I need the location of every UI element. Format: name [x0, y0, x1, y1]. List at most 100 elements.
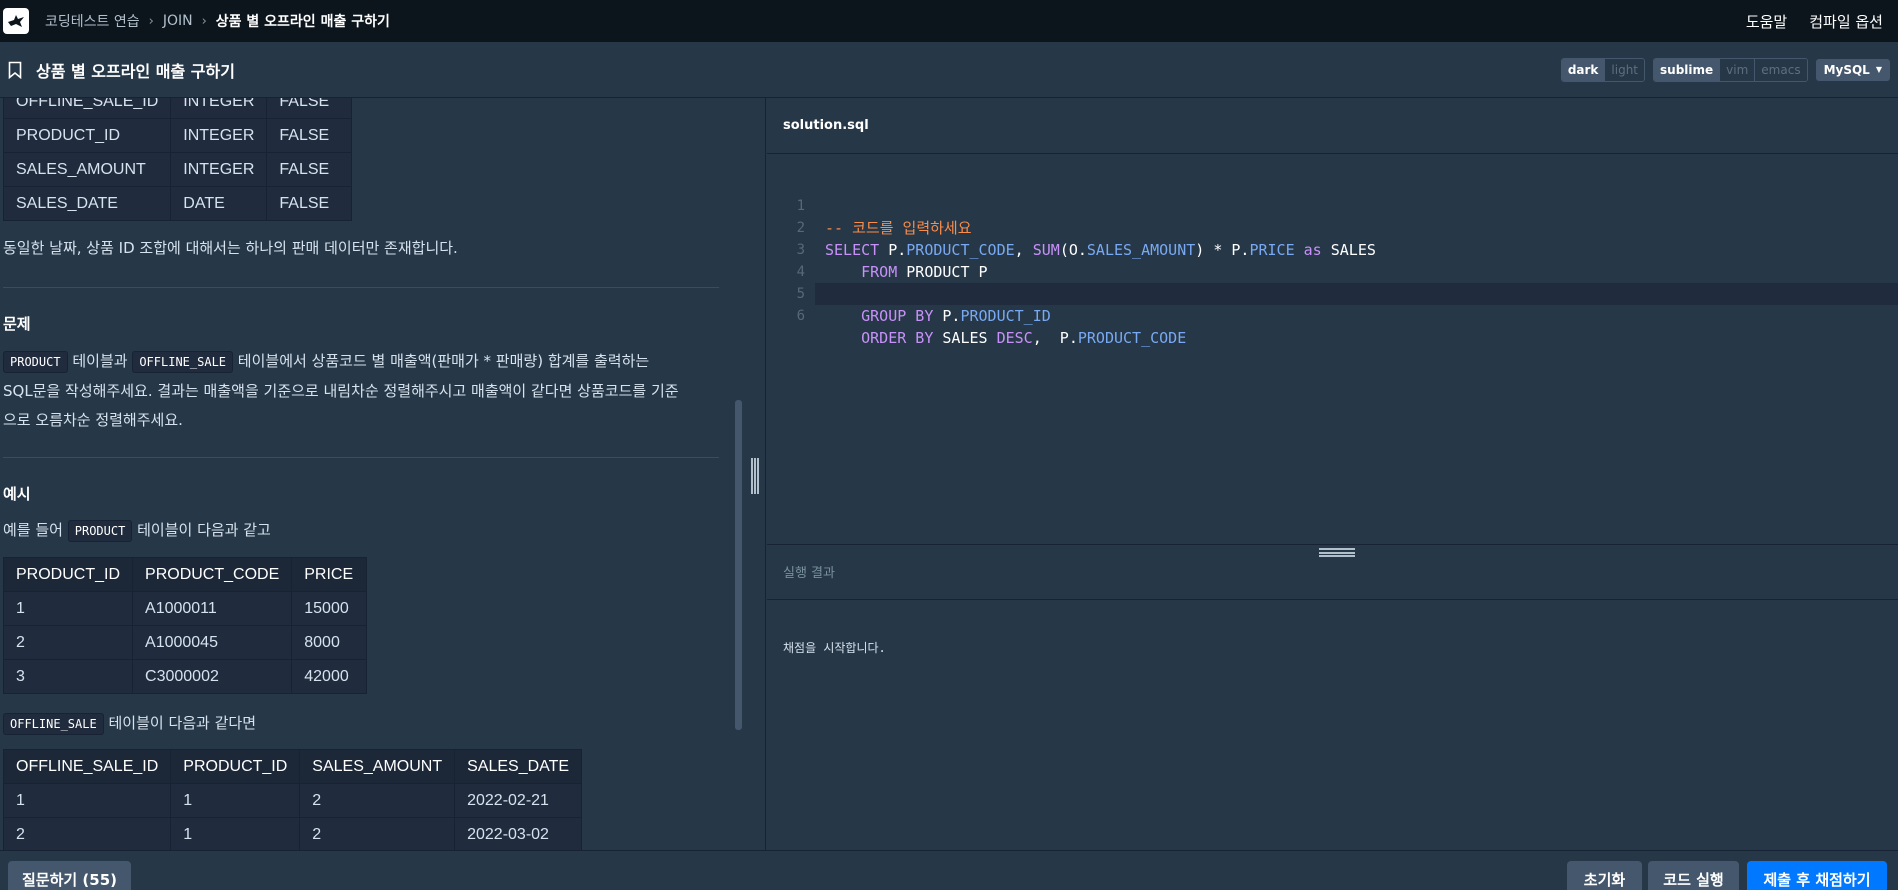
help-link[interactable]: 도움말 — [1746, 11, 1787, 32]
code-offline-sale: OFFLINE_SALE — [3, 713, 104, 735]
column-header: OFFLINE_SALE_ID — [2, 749, 172, 784]
result-resize-divider[interactable] — [767, 544, 1898, 560]
editor-tab-solution[interactable]: solution.sql — [783, 118, 869, 133]
breadcrumb-coding-test[interactable]: 코딩테스트 연습 — [45, 11, 140, 31]
table-cell: 1 — [2, 783, 172, 818]
code-line: 5 GROUP BY P.PRODUCT_ID — [767, 261, 1898, 325]
table-cell: 2 — [299, 817, 456, 850]
uniqueness-note: 동일한 날짜, 상품 ID 조합에 대해서는 하나의 판매 데이터만 존재합니다… — [3, 239, 458, 257]
code-line: 2 SELECT P.PRODUCT_CODE, SUM(O.SALES_AMO… — [767, 195, 1898, 259]
table-cell: DATE — [170, 186, 268, 221]
run-code-button[interactable]: 코드 실행 — [1648, 861, 1739, 890]
breadcrumb-join[interactable]: JOIN — [163, 13, 193, 29]
theme-toggle: dark light — [1560, 57, 1646, 82]
table-cell: 3 — [2, 659, 134, 694]
table-cell: 42000 — [291, 659, 368, 694]
table-cell: 1 — [170, 817, 301, 850]
ask-question-button[interactable]: 질문하기 (55) — [8, 861, 131, 890]
problem-statement: PRODUCT 테이블과 OFFLINE_SALE 테이블에서 상품코드 별 매… — [3, 347, 719, 435]
example-text: 테이블이 다음과 같고 — [132, 521, 271, 539]
code-line: 6 ORDER BY SALES DESC, P.PRODUCT_CODE — [767, 283, 1898, 347]
table-cell: 2022-03-02 — [454, 817, 583, 850]
top-nav: 코딩테스트 연습 › JOIN › 상품 별 오프라인 매출 구하기 도움말 컴… — [0, 0, 1898, 42]
code-line: 3 FROM PRODUCT P — [767, 217, 1898, 281]
chevron-right-icon: › — [148, 13, 154, 29]
challenge-title-bar: 상품 별 오프라인 매출 구하기 dark light sublime vim … — [0, 42, 1898, 98]
table-cell: INTEGER — [170, 118, 268, 153]
divider — [3, 287, 719, 288]
keymap-emacs-option[interactable]: emacs — [1755, 58, 1807, 81]
table-cell: FALSE — [266, 118, 353, 153]
code-offline-sale: OFFLINE_SALE — [132, 351, 234, 373]
table-cell: FALSE — [266, 152, 353, 187]
drag-handle-icon[interactable] — [751, 458, 759, 494]
column-header: SALES_DATE — [454, 749, 583, 784]
code-editor[interactable]: 1 -- 코드를 입력하세요 2 SELECT P.PRODUCT_CODE, … — [767, 154, 1898, 544]
table-cell: 2 — [2, 625, 134, 660]
code-text: ORDER BY SALES DESC, P.PRODUCT_CODE — [861, 329, 1187, 347]
table-cell: 8000 — [291, 625, 368, 660]
schema-table: OFFLINE_SALE_ID INTEGER FALSE PRODUCT_ID… — [2, 98, 353, 221]
chevron-right-icon: › — [201, 13, 207, 29]
sale-intro: OFFLINE_SALE 테이블이 다음과 같다면 — [3, 709, 256, 739]
table-row: 1 A1000011 15000 — [2, 591, 368, 626]
table-cell: 15000 — [291, 591, 368, 626]
table-cell: 1 — [170, 783, 301, 818]
table-header-row: OFFLINE_SALE_ID PRODUCT_ID SALES_AMOUNT … — [2, 749, 583, 784]
table-cell: FALSE — [266, 186, 353, 221]
code-product: PRODUCT — [67, 520, 133, 542]
table-row: PRODUCT_ID INTEGER FALSE — [2, 118, 353, 153]
table-cell: 2 — [2, 817, 172, 850]
product-example-table: PRODUCT_ID PRODUCT_CODE PRICE 1 A1000011… — [2, 557, 368, 694]
code-text: GROUP BY P.PRODUCT_ID — [861, 307, 1051, 325]
line-number: 6 — [796, 308, 805, 324]
keymap-vim-option[interactable]: vim — [1720, 58, 1756, 81]
table-row: SALES_DATE DATE FALSE — [2, 186, 353, 221]
table-cell: SALES_DATE — [2, 186, 172, 221]
description-scrollbar[interactable] — [735, 400, 742, 730]
table-row: 2 1 2 2022-03-02 — [2, 817, 583, 850]
panel-resize-divider[interactable] — [744, 98, 766, 850]
table-cell: PRODUCT_ID — [2, 118, 172, 153]
problem-text: 테이블에서 상품코드 별 매출액(판매가 * 판매량) 합계를 출력하는 — [233, 352, 650, 370]
offline-sale-example-table: OFFLINE_SALE_ID PRODUCT_ID SALES_AMOUNT … — [2, 749, 583, 850]
caret-down-icon: ▼ — [1875, 65, 1882, 74]
theme-light-option[interactable]: light — [1605, 58, 1645, 81]
logo-icon[interactable] — [3, 8, 29, 34]
editor-tab-bar: solution.sql — [767, 98, 1898, 154]
code-line: 1 -- 코드를 입력하세요 — [767, 173, 1898, 237]
table-header-row: PRODUCT_ID PRODUCT_CODE PRICE — [2, 557, 368, 592]
bookmark-icon[interactable] — [8, 61, 22, 79]
page-title: 상품 별 오프라인 매출 구하기 — [36, 61, 235, 81]
table-row: 1 1 2 2022-02-21 — [2, 783, 583, 818]
keymap-sublime-option[interactable]: sublime — [1654, 58, 1721, 81]
compile-options-link[interactable]: 컴파일 옵션 — [1809, 11, 1883, 32]
column-header: SALES_AMOUNT — [299, 749, 456, 784]
theme-dark-option[interactable]: dark — [1561, 58, 1606, 81]
column-header: PRODUCT_CODE — [132, 557, 293, 592]
problem-description-panel[interactable]: OFFLINE_SALE_ID INTEGER FALSE PRODUCT_ID… — [0, 98, 744, 850]
keymap-toggle: sublime vim emacs — [1653, 57, 1808, 82]
table-row: SALES_AMOUNT INTEGER FALSE — [2, 152, 353, 187]
table-row: 2 A1000045 8000 — [2, 625, 368, 660]
drag-handle-icon[interactable] — [1319, 548, 1355, 557]
code-line: 4 INNER JOIN OFFLINE_SALE O on P.PRODUCT… — [767, 239, 1898, 303]
table-cell: A1000011 — [132, 591, 293, 626]
result-message: 채점을 시작합니다. — [783, 641, 886, 655]
result-heading: 실행 결과 — [783, 566, 835, 581]
submit-button[interactable]: 제출 후 채점하기 — [1747, 861, 1887, 890]
column-header: PRODUCT_ID — [170, 749, 301, 784]
table-cell: OFFLINE_SALE_ID — [2, 98, 172, 119]
language-select-value: MySQL — [1823, 62, 1870, 77]
table-cell: FALSE — [266, 98, 353, 119]
column-header: PRODUCT_ID — [2, 557, 134, 592]
table-cell: 2022-02-21 — [454, 783, 583, 818]
problem-heading: 문제 — [3, 315, 31, 333]
problem-line-2: SQL문을 작성해주세요. 결과는 매출액을 기준으로 내림차순 정렬해주시고 … — [3, 382, 679, 400]
divider — [3, 457, 719, 458]
table-row: 3 C3000002 42000 — [2, 659, 368, 694]
reset-button[interactable]: 초기화 — [1567, 861, 1642, 890]
breadcrumb-current: 상품 별 오프라인 매출 구하기 — [215, 14, 390, 30]
language-select[interactable]: MySQL ▼ — [1815, 58, 1890, 81]
example-heading: 예시 — [3, 485, 31, 503]
